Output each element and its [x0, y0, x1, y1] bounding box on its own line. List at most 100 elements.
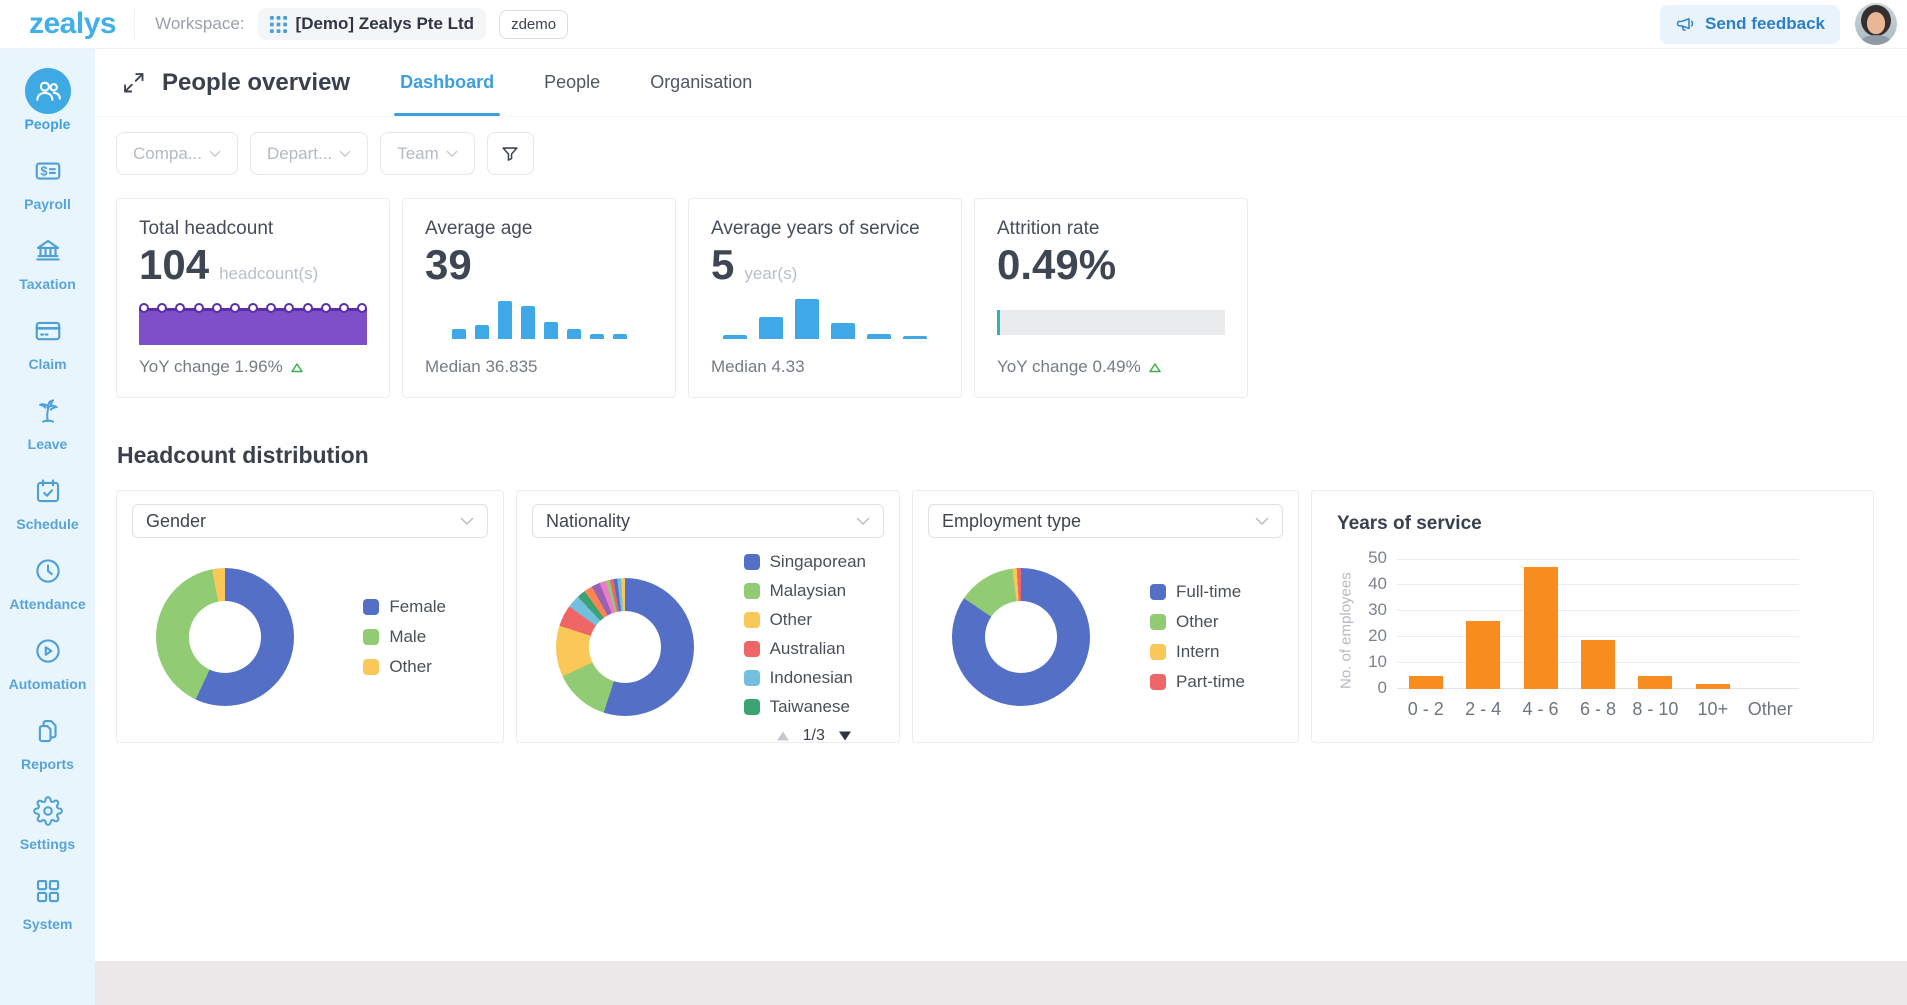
gender-donut-chart [156, 568, 294, 706]
sidebar-item-reports[interactable]: Reports [0, 701, 95, 781]
x-tick-label: 8 - 10 [1632, 699, 1679, 719]
legend-label: Female [389, 597, 446, 616]
legend-item[interactable]: Intern [1150, 642, 1245, 662]
sidebar-item-schedule[interactable]: Schedule [0, 461, 95, 541]
legend-item[interactable]: Male [363, 627, 446, 647]
service-distribution-chart [711, 299, 939, 340]
tab-bar: Dashboard People Organisation [394, 49, 756, 116]
tab-dashboard[interactable]: Dashboard [394, 49, 501, 116]
send-feedback-button[interactable]: Send feedback [1660, 4, 1840, 44]
x-tick-label: 2 - 4 [1465, 699, 1502, 719]
legend-item[interactable]: Indonesian [743, 668, 866, 688]
people-icon [24, 68, 71, 114]
sidebar-item-people[interactable]: People [0, 61, 95, 141]
legend-item[interactable]: Malaysian [743, 581, 866, 601]
tab-people[interactable]: People [540, 49, 604, 116]
x-tick-label: 0 - 2 [1407, 699, 1444, 719]
sidebar-item-label: Attendance [9, 596, 86, 612]
legend-label: Part-time [1176, 672, 1245, 691]
legend-swatch [743, 612, 760, 628]
nationality-select[interactable]: Nationality [532, 504, 884, 538]
sidebar-item-attendance[interactable]: Attendance [0, 541, 95, 621]
sidebar-item-leave[interactable]: Leave [0, 381, 95, 461]
kpi-value-row: 39 [425, 242, 653, 287]
sidebar-item-label: Payroll [24, 196, 71, 212]
legend-swatch [1150, 644, 1167, 660]
sidebar-item-claim[interactable]: Claim [0, 301, 95, 381]
system-icon [25, 868, 71, 914]
x-tick-label: 10+ [1697, 699, 1729, 719]
x-tick-label: 4 - 6 [1522, 699, 1559, 719]
legend-swatch [363, 629, 380, 645]
gender-legend: Female Male Other [363, 597, 446, 677]
kpi-title: Attrition rate [997, 218, 1100, 239]
company-filter[interactable]: Compa... [116, 132, 238, 175]
top-bar: zealys Workspace: [Demo] Zealys Pte Ltd … [0, 0, 1907, 49]
legend-label: Full-time [1176, 582, 1242, 601]
filter-funnel-button[interactable] [486, 132, 534, 175]
employment-type-select[interactable]: Employment type [928, 504, 1283, 538]
legend-item[interactable]: Other [1150, 612, 1245, 632]
team-filter[interactable]: Team [380, 132, 475, 175]
chart-title: Years of service [1337, 513, 1482, 534]
x-tick-label: 6 - 8 [1579, 699, 1616, 719]
page-header: People overview Dashboard People Organis… [95, 49, 1907, 117]
user-avatar[interactable] [1855, 3, 1897, 45]
legend-item[interactable]: Other [743, 610, 866, 630]
y-axis-ticks: 0 10 20 30 40 50 [1357, 548, 1397, 697]
employment-type-card: Employment type Full-time Other Intern Part… [912, 490, 1299, 743]
kpi-value: 0.49% [997, 241, 1117, 288]
years-of-service-bar-chart: No. of employees 0 10 20 30 40 50 [1327, 548, 1858, 697]
sidebar-item-label: People [24, 116, 71, 132]
gender-select[interactable]: Gender [132, 504, 488, 538]
legend-label: Other [769, 610, 813, 629]
y-tick-label: 10 [1368, 652, 1387, 671]
workspace-selector[interactable]: [Demo] Zealys Pte Ltd [257, 8, 487, 40]
kpi-title: Total headcount [139, 218, 274, 239]
bar [1466, 621, 1501, 689]
nationality-legend: Singaporean Malaysian Other Australian Indon… [743, 552, 866, 717]
employment-legend: Full-time Other Intern Part-time [1150, 582, 1245, 692]
legend-item[interactable]: Other [363, 657, 446, 677]
sidebar-item-settings[interactable]: Settings [0, 781, 95, 861]
tab-organisation[interactable]: Organisation [646, 49, 756, 116]
attendance-icon [25, 548, 71, 594]
legend-item[interactable]: Singaporean [743, 552, 866, 572]
kpi-row: Total headcount 104 headcount(s) YoY cha… [116, 198, 1907, 398]
bottom-strip [95, 961, 1907, 1005]
sidebar-item-label: Claim [28, 356, 67, 372]
legend-item[interactable]: Female [363, 597, 446, 617]
x-tick-label: Other [1747, 699, 1793, 719]
legend-page-indicator: 1/3 [802, 727, 825, 744]
sidebar-item-automation[interactable]: Automation [0, 621, 95, 701]
department-filter[interactable]: Depart... [249, 132, 369, 175]
kpi-footer: YoY change 0.49% [997, 357, 1225, 377]
kpi-title: Average age [425, 218, 533, 239]
legend-label: Australian [769, 639, 846, 658]
legend-label: Intern [1176, 642, 1220, 661]
y-tick-label: 20 [1368, 626, 1387, 645]
sidebar-item-taxation[interactable]: Taxation [0, 221, 95, 301]
bar [1580, 639, 1615, 689]
expand-icon[interactable] [120, 69, 147, 96]
sidebar-item-payroll[interactable]: $ Payroll [0, 141, 95, 221]
kpi-card-average-age: Average age 39 Median 36.835 [402, 198, 676, 398]
legend-item[interactable]: Full-time [1150, 582, 1245, 602]
section-title-headcount-distribution: Headcount distribution [117, 442, 369, 468]
legend-item[interactable]: Taiwanese [743, 697, 866, 717]
legend-page-up-icon[interactable] [776, 730, 790, 742]
nationality-select-value: Nationality [546, 510, 631, 531]
legend-item[interactable]: Australian [743, 639, 866, 659]
app-root: zealys Workspace: [Demo] Zealys Pte Ltd … [0, 0, 1907, 1005]
taxation-icon [25, 228, 71, 274]
y-tick-label: 50 [1368, 548, 1387, 567]
legend-label: Singaporean [769, 552, 866, 571]
sidebar-item-label: Leave [27, 436, 68, 452]
legend-item[interactable]: Part-time [1150, 672, 1245, 692]
bar [1638, 676, 1673, 689]
legend-swatch [363, 599, 380, 615]
kpi-footer-text: Median 4.33 [711, 357, 805, 376]
sidebar-item-system[interactable]: System [0, 861, 95, 941]
main-content: People overview Dashboard People Organis… [95, 49, 1907, 1005]
legend-page-down-icon[interactable] [838, 730, 852, 742]
